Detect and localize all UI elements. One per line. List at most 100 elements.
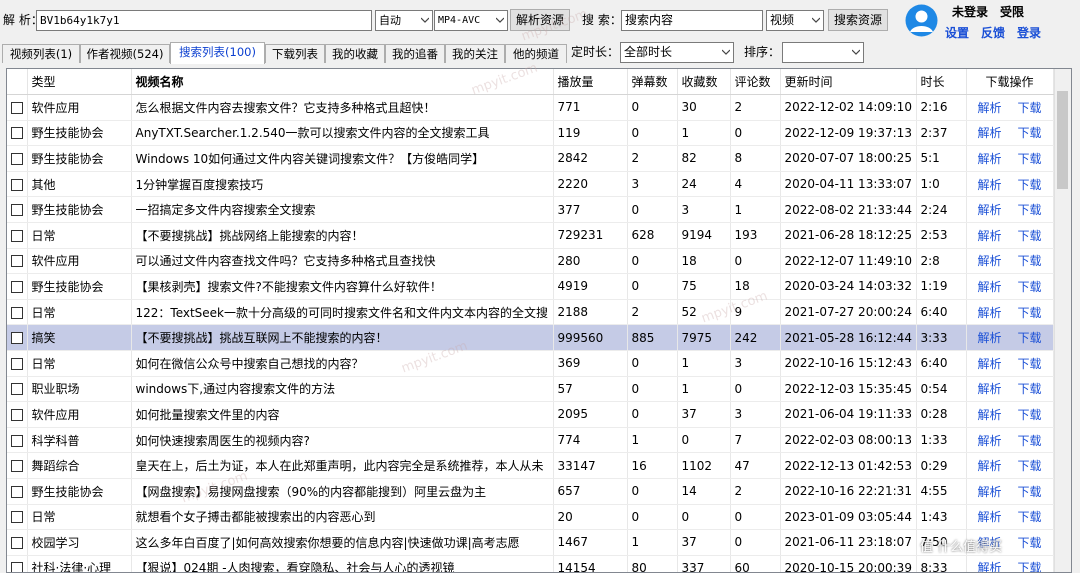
parse-action-link[interactable]: 解析: [977, 485, 1001, 499]
checkbox[interactable]: [11, 537, 23, 549]
table-row[interactable]: 日常就想看个女子搏击都能被搜索出的内容恶心到200002023-01-09 03…: [7, 504, 1053, 530]
download-action-link[interactable]: 下载: [1018, 280, 1042, 294]
tab-download-list[interactable]: 下载列表: [265, 44, 325, 63]
download-action-link[interactable]: 下载: [1018, 408, 1042, 422]
parse-action-link[interactable]: 解析: [977, 459, 1001, 473]
table-row[interactable]: 野生技能协会【网盘搜索】易搜网盘搜索（90%的内容都能搜到）阿里云盘为主6570…: [7, 478, 1053, 504]
table-row[interactable]: 科学科普如何快速搜索周医生的视频内容?7741072022-02-03 08:0…: [7, 427, 1053, 453]
download-action-link[interactable]: 下载: [1018, 101, 1042, 115]
parse-action-link[interactable]: 解析: [977, 152, 1001, 166]
table-row[interactable]: 野生技能协会Windows 10如何通过文件内容关键词搜索文件？【方俊皓同学】2…: [7, 146, 1053, 172]
checkbox[interactable]: [11, 127, 23, 139]
col-danmaku[interactable]: 弹幕数: [627, 69, 677, 95]
row-checkbox[interactable]: [7, 299, 27, 325]
search-type-select[interactable]: 视频: [766, 10, 824, 31]
row-checkbox[interactable]: [7, 478, 27, 504]
download-action-link[interactable]: 下载: [1018, 203, 1042, 217]
download-action-link[interactable]: 下载: [1018, 510, 1042, 524]
download-action-link[interactable]: 下载: [1018, 126, 1042, 140]
row-checkbox[interactable]: [7, 222, 27, 248]
checkbox[interactable]: [11, 486, 23, 498]
tab-author-videos[interactable]: 作者视频(524): [80, 44, 170, 63]
col-type[interactable]: 类型: [27, 69, 131, 95]
col-comments[interactable]: 评论数: [730, 69, 780, 95]
parse-action-link[interactable]: 解析: [977, 357, 1001, 371]
table-row[interactable]: 软件应用可以通过文件内容查找文件吗？它支持多种格式且查找快28001802022…: [7, 248, 1053, 274]
checkbox[interactable]: [11, 153, 23, 165]
parse-action-link[interactable]: 解析: [977, 178, 1001, 192]
col-duration[interactable]: 时长: [916, 69, 966, 95]
settings-link[interactable]: 设置: [945, 24, 969, 41]
parse-action-link[interactable]: 解析: [977, 254, 1001, 268]
row-checkbox[interactable]: [7, 248, 27, 274]
parse-action-link[interactable]: 解析: [977, 126, 1001, 140]
download-action-link[interactable]: 下载: [1018, 306, 1042, 320]
checkbox[interactable]: [11, 460, 23, 472]
download-action-link[interactable]: 下载: [1018, 331, 1042, 345]
checkbox[interactable]: [11, 255, 23, 267]
parse-action-link[interactable]: 解析: [977, 101, 1001, 115]
checkbox[interactable]: [11, 179, 23, 191]
feedback-link[interactable]: 反馈: [981, 24, 1005, 41]
download-action-link[interactable]: 下载: [1018, 357, 1042, 371]
checkbox[interactable]: [11, 230, 23, 242]
scrollbar-thumb[interactable]: [1057, 91, 1068, 189]
table-row[interactable]: 日常122：TextSeek一款十分高级的可同时搜索文件名和文件内文本内容的全文…: [7, 299, 1053, 325]
checkbox[interactable]: [11, 562, 23, 573]
mode-select[interactable]: 自动: [375, 10, 433, 31]
table-row[interactable]: 野生技能协会【果核剥壳】搜索文件?不能搜索文件内容算什么好软件！49190751…: [7, 274, 1053, 300]
parse-action-link[interactable]: 解析: [977, 203, 1001, 217]
download-action-link[interactable]: 下载: [1018, 254, 1042, 268]
sort-select[interactable]: [782, 42, 864, 63]
checkbox[interactable]: [11, 383, 23, 395]
table-row[interactable]: 日常如何在微信公众号中搜索自己想找的内容？3690132022-10-16 15…: [7, 350, 1053, 376]
download-action-link[interactable]: 下载: [1018, 561, 1042, 573]
checkbox[interactable]: [11, 409, 23, 421]
download-action-link[interactable]: 下载: [1018, 382, 1042, 396]
parse-action-link[interactable]: 解析: [977, 408, 1001, 422]
checkbox[interactable]: [11, 307, 23, 319]
parse-action-link[interactable]: 解析: [977, 510, 1001, 524]
parse-action-link[interactable]: 解析: [977, 434, 1001, 448]
row-checkbox[interactable]: [7, 325, 27, 351]
row-checkbox[interactable]: [7, 402, 27, 428]
tab-search-list[interactable]: 搜索列表(100): [170, 42, 265, 64]
row-checkbox[interactable]: [7, 376, 27, 402]
row-checkbox[interactable]: [7, 146, 27, 172]
parse-action-link[interactable]: 解析: [977, 382, 1001, 396]
table-row[interactable]: 软件应用如何批量搜索文件里的内容209503732021-06-04 19:11…: [7, 402, 1053, 428]
checkbox[interactable]: [11, 358, 23, 370]
download-action-link[interactable]: 下载: [1018, 459, 1042, 473]
vertical-scrollbar[interactable]: [1054, 69, 1071, 572]
col-title[interactable]: 视频名称: [131, 69, 553, 95]
search-button[interactable]: 搜索资源: [828, 9, 888, 31]
row-checkbox[interactable]: [7, 197, 27, 223]
table-row[interactable]: 其他1分钟掌握百度搜索技巧222032442020-04-11 13:33:07…: [7, 171, 1053, 197]
download-action-link[interactable]: 下载: [1018, 152, 1042, 166]
row-checkbox[interactable]: [7, 504, 27, 530]
parse-action-link[interactable]: 解析: [977, 306, 1001, 320]
row-checkbox[interactable]: [7, 453, 27, 479]
row-checkbox[interactable]: [7, 427, 27, 453]
table-row[interactable]: 职业职场windows下,通过内容搜索文件的方法570102022-12-03 …: [7, 376, 1053, 402]
table-row[interactable]: 社科·法律·心理【狠说】024期 -人肉搜索，看穿隐私、社会与人心的透视镜141…: [7, 555, 1053, 573]
table-row[interactable]: 舞蹈综合皇天在上，后土为证，本人在此郑重声明，此内容完全是系统推荐，本人从未33…: [7, 453, 1053, 479]
row-checkbox[interactable]: [7, 95, 27, 121]
tab-bangumi[interactable]: 我的追番: [385, 44, 445, 63]
download-action-link[interactable]: 下载: [1018, 178, 1042, 192]
parse-action-link[interactable]: 解析: [977, 229, 1001, 243]
parse-action-link[interactable]: 解析: [977, 280, 1001, 294]
format-select[interactable]: MP4-AVC: [434, 10, 508, 31]
table-row[interactable]: 校园学习这么多年白百度了|如何高效搜索你想要的信息内容|快速做功课|高考志愿14…: [7, 530, 1053, 556]
parse-button[interactable]: 解析资源: [510, 9, 570, 31]
checkbox[interactable]: [11, 511, 23, 523]
select-all-column[interactable]: [7, 69, 27, 95]
parse-action-link[interactable]: 解析: [977, 561, 1001, 573]
checkbox[interactable]: [11, 332, 23, 344]
tab-favorites[interactable]: 我的收藏: [325, 44, 385, 63]
checkbox[interactable]: [11, 102, 23, 114]
table-row[interactable]: 野生技能协会一招搞定多文件内容搜索全文搜索3770312022-08-02 21…: [7, 197, 1053, 223]
row-checkbox[interactable]: [7, 350, 27, 376]
avatar[interactable]: [905, 4, 938, 37]
table-row[interactable]: 软件应用怎么根据文件内容去搜索文件？它支持多种格式且超快！77103022022…: [7, 95, 1053, 121]
